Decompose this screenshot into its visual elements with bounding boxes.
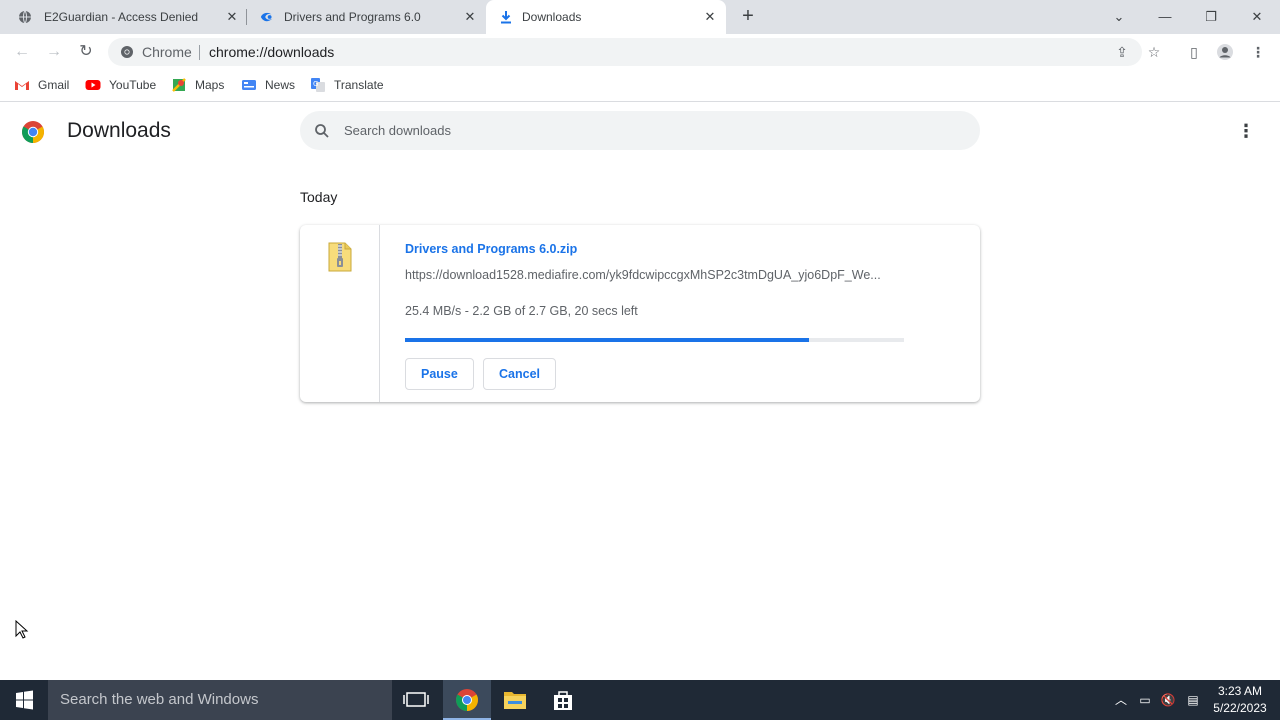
tray-overflow-icon[interactable]: ︿ <box>1113 692 1129 708</box>
forward-button[interactable]: → <box>44 42 64 62</box>
chrome-icon <box>121 46 133 58</box>
svg-text:G: G <box>313 80 318 88</box>
start-button[interactable] <box>0 680 48 720</box>
download-filename-link[interactable]: Drivers and Programs 6.0.zip <box>405 242 577 256</box>
site-chip: Chrome <box>142 44 192 60</box>
windows-taskbar: Search the web and Windows ︿ ▭ 🔇 ▤ 3:23 … <box>0 680 1280 720</box>
bookmark-translate[interactable]: G Translate <box>310 77 384 93</box>
bookmark-label: Gmail <box>38 78 70 92</box>
tab-title: Drivers and Programs 6.0 <box>284 10 421 24</box>
taskbar-chrome[interactable] <box>443 680 491 720</box>
tab-e2guardian[interactable]: E2Guardian - Access Denied ✕ <box>0 0 246 34</box>
bookmark-maps[interactable]: Maps <box>171 77 224 93</box>
folder-icon <box>504 692 526 709</box>
search-input[interactable] <box>344 120 944 140</box>
maps-icon <box>172 78 186 92</box>
store-icon <box>554 691 572 710</box>
youtube-icon <box>85 80 101 90</box>
bookmark-label: YouTube <box>109 78 157 92</box>
more-actions-icon[interactable]: ⋮ <box>1236 121 1256 141</box>
task-view-button[interactable] <box>392 680 440 720</box>
taskbar-clock[interactable]: 3:23 AM 5/22/2023 <box>1208 683 1272 717</box>
close-window-button[interactable]: ✕ <box>1245 5 1269 29</box>
volume-muted-icon[interactable]: 🔇 <box>1160 692 1176 708</box>
bookmark-label: News <box>265 78 296 92</box>
task-view-icon <box>403 692 429 707</box>
chip-separator <box>199 45 200 60</box>
date-section-header: Today <box>300 189 338 205</box>
mouse-cursor-icon <box>15 620 29 639</box>
zip-file-icon <box>328 242 352 272</box>
bookmark-youtube[interactable]: YouTube <box>85 77 156 93</box>
close-tab-icon[interactable]: ✕ <box>462 9 478 25</box>
clock-time: 3:23 AM <box>1217 684 1263 698</box>
share-icon[interactable]: ⇪ <box>1114 44 1130 60</box>
new-tab-button[interactable]: + <box>738 6 758 27</box>
file-icon-column <box>300 225 380 402</box>
url-text[interactable]: chrome://downloads <box>209 44 334 60</box>
tab-title: E2Guardian - Access Denied <box>44 10 199 24</box>
translate-icon: G <box>311 78 325 92</box>
close-tab-icon[interactable]: ✕ <box>702 9 718 25</box>
tab-downloads[interactable]: Downloads ✕ <box>486 0 726 34</box>
address-bar[interactable]: Chrome chrome://downloads ⇪ ☆ <box>108 38 1160 66</box>
mediafire-icon <box>260 12 273 22</box>
close-tab-icon[interactable]: ✕ <box>224 9 240 25</box>
progress-fill <box>405 338 810 342</box>
tab-drivers-programs[interactable]: Drivers and Programs 6.0 ✕ <box>246 0 486 34</box>
chrome-menu-icon[interactable]: ⋮ <box>1249 43 1267 61</box>
tab-strip: E2Guardian - Access Denied ✕ Drivers and… <box>0 0 1280 34</box>
network-icon[interactable]: ▭ <box>1137 692 1153 708</box>
download-status-text: 25.4 MB/s - 2.2 GB of 2.7 GB, 20 secs le… <box>405 304 638 318</box>
taskbar-search[interactable]: Search the web and Windows <box>48 680 392 720</box>
taskbar-store[interactable] <box>539 680 587 720</box>
download-source-url[interactable]: https://download1528.mediafire.com/yk9fd… <box>405 268 905 282</box>
back-button[interactable]: ← <box>12 42 32 62</box>
bookmark-label: Maps <box>195 78 225 92</box>
taskbar-file-explorer[interactable] <box>491 680 539 720</box>
windows-logo-icon <box>16 690 33 710</box>
search-icon <box>315 124 329 138</box>
gmail-icon <box>15 81 29 90</box>
news-icon <box>242 80 256 90</box>
bookmark-star-icon[interactable]: ☆ <box>1146 44 1162 60</box>
reload-button[interactable]: ↻ <box>76 42 96 62</box>
bookmarks-bar: Gmail YouTube Maps News G Translate <box>0 70 1280 102</box>
search-downloads-box[interactable] <box>300 111 980 150</box>
toolbar: ← → ↻ Chrome chrome://downloads ⇪ ☆ ▯ ⋮ <box>0 34 1280 70</box>
action-center-icon[interactable]: ▤ <box>1185 692 1201 708</box>
bookmark-news[interactable]: News <box>241 77 295 93</box>
download-progress-bar <box>405 338 904 342</box>
download-icon <box>501 11 511 24</box>
profile-avatar[interactable] <box>1216 43 1234 61</box>
side-panel-icon[interactable]: ▯ <box>1185 43 1203 61</box>
clock-date: 5/22/2023 <box>1213 701 1267 715</box>
globe-icon <box>19 10 31 24</box>
page-title: Downloads <box>67 119 171 142</box>
bookmark-gmail[interactable]: Gmail <box>14 77 69 93</box>
restore-button[interactable]: ❐ <box>1199 5 1223 29</box>
taskbar-search-placeholder: Search the web and Windows <box>60 691 259 708</box>
pause-button[interactable]: Pause <box>405 358 474 390</box>
download-item-card: Drivers and Programs 6.0.zip https://dow… <box>300 225 980 402</box>
tab-title: Downloads <box>522 10 582 24</box>
cancel-button[interactable]: Cancel <box>483 358 556 390</box>
minimize-button[interactable]: — <box>1153 5 1177 29</box>
chrome-logo <box>22 121 44 143</box>
bookmark-label: Translate <box>334 78 384 92</box>
chrome-icon <box>456 689 478 711</box>
tab-search-icon[interactable]: ⌄ <box>1107 5 1131 29</box>
